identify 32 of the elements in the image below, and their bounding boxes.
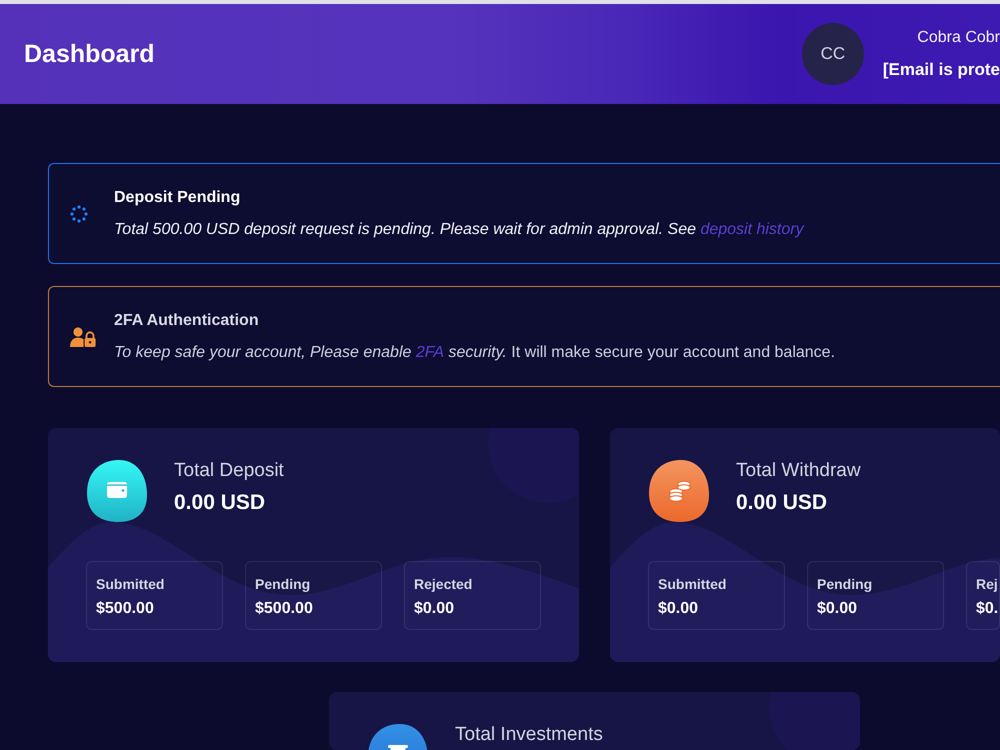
stat-value: $0.00 (658, 599, 700, 618)
stat-label: Pending (255, 575, 312, 593)
alert-message: Total 500.00 USD deposit request is pending. Please wait for admin approval. See deposit history (114, 220, 804, 240)
stat-label: Rej (976, 575, 999, 593)
alert-title: Deposit Pending (114, 188, 242, 208)
alert-title: 2FA Authentication (114, 311, 260, 331)
user-lock-icon (70, 327, 96, 347)
stat-label: Rejected (414, 575, 474, 593)
stat-label: Submitted (658, 575, 728, 593)
spinner-icon (70, 205, 88, 223)
user-name: Cobra Cobr (917, 28, 1000, 48)
card-amount: 0.00 USD (174, 490, 266, 516)
stat-value: $500.00 (255, 599, 314, 618)
wallet-icon (86, 459, 148, 523)
card-title: Total Deposit (174, 460, 284, 482)
user-email: [Email is prote (882, 59, 1000, 81)
page-title: Dashboard (24, 40, 155, 68)
user-avatar[interactable]: CC (802, 23, 864, 85)
alert-message: To keep safe your account, Please enable 2FA security. It will make secure your account and balance. (114, 343, 836, 363)
card-amount: 0.00 USD (736, 490, 828, 516)
stat-value: $0.00 (414, 599, 456, 618)
stat-label: Submitted (96, 575, 166, 593)
card-title: Total Withdraw (736, 460, 861, 482)
coins-icon (648, 459, 710, 523)
stat-value: $500.00 (96, 599, 155, 618)
stat-value: $0.00 (817, 599, 858, 618)
stat-value: $0. (976, 599, 999, 618)
hourglass-icon (367, 723, 429, 750)
card-title: Total Investments (455, 724, 603, 746)
alert-link[interactable]: deposit history (700, 221, 804, 238)
stat-label: Pending (817, 575, 874, 593)
alert-link[interactable]: 2FA (416, 344, 444, 361)
